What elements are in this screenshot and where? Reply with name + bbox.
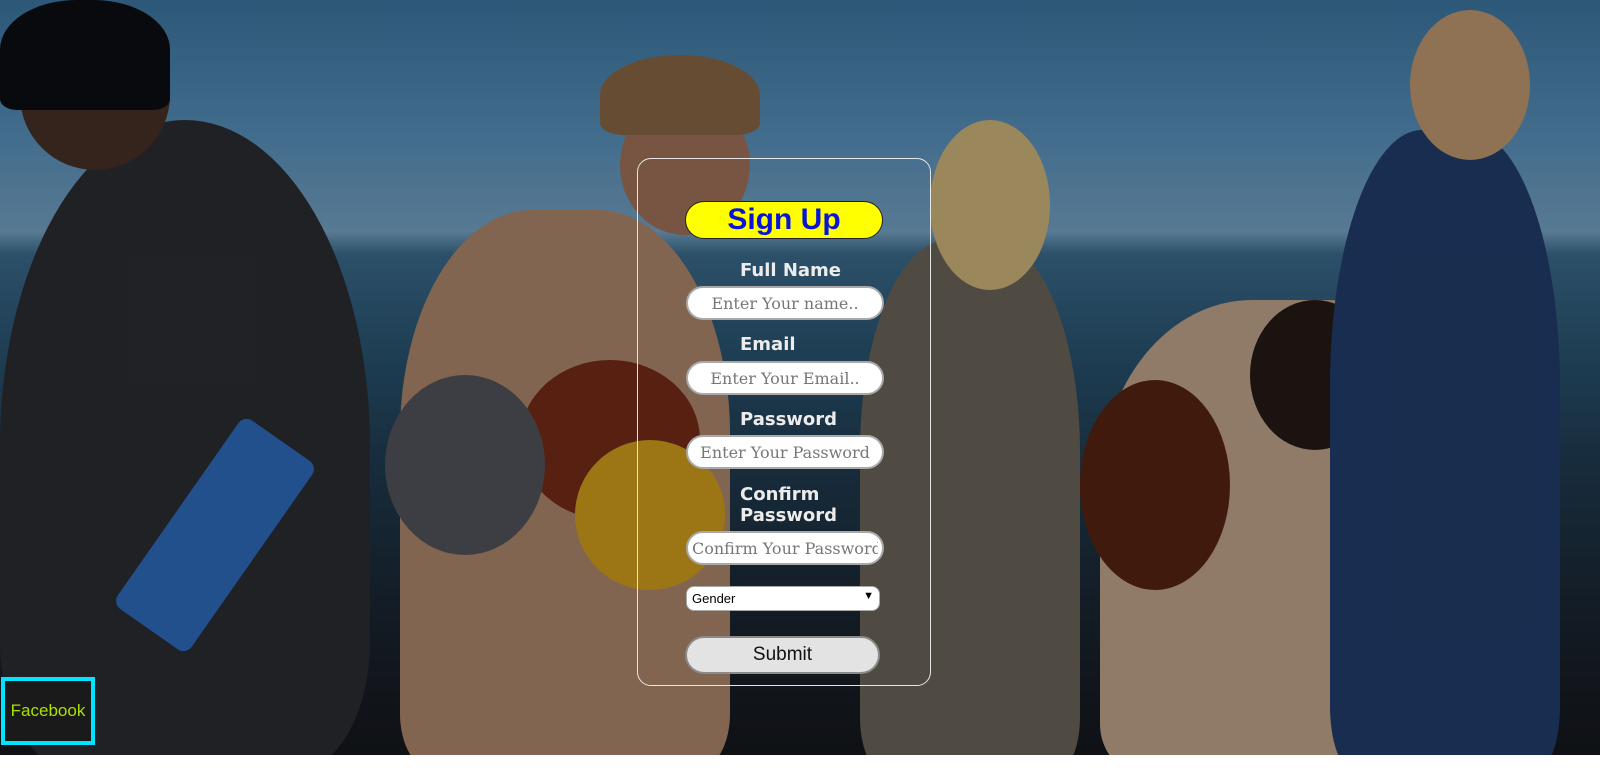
confirm-password-label: Confirm Password <box>740 484 837 526</box>
submit-button[interactable]: Submit <box>685 636 880 674</box>
bottom-strip <box>0 755 1600 771</box>
confirm-password-input[interactable] <box>686 531 884 565</box>
password-input[interactable] <box>686 435 884 469</box>
facebook-link[interactable]: Facebook <box>1 677 95 745</box>
confirm-password-label-line2: Password <box>740 505 838 526</box>
full-name-input[interactable] <box>686 286 884 320</box>
password-label: Password <box>740 409 838 430</box>
email-label: Email <box>740 334 796 355</box>
full-name-label: Full Name <box>740 260 841 281</box>
gender-select[interactable]: Gender ▼ <box>686 586 880 611</box>
confirm-password-label-line1: Confirm <box>740 484 820 505</box>
email-input[interactable] <box>686 361 884 395</box>
triangle-down-icon: ▼ <box>863 590 874 602</box>
gender-select-value: Gender <box>692 591 736 606</box>
signup-title: Sign Up <box>685 201 883 239</box>
